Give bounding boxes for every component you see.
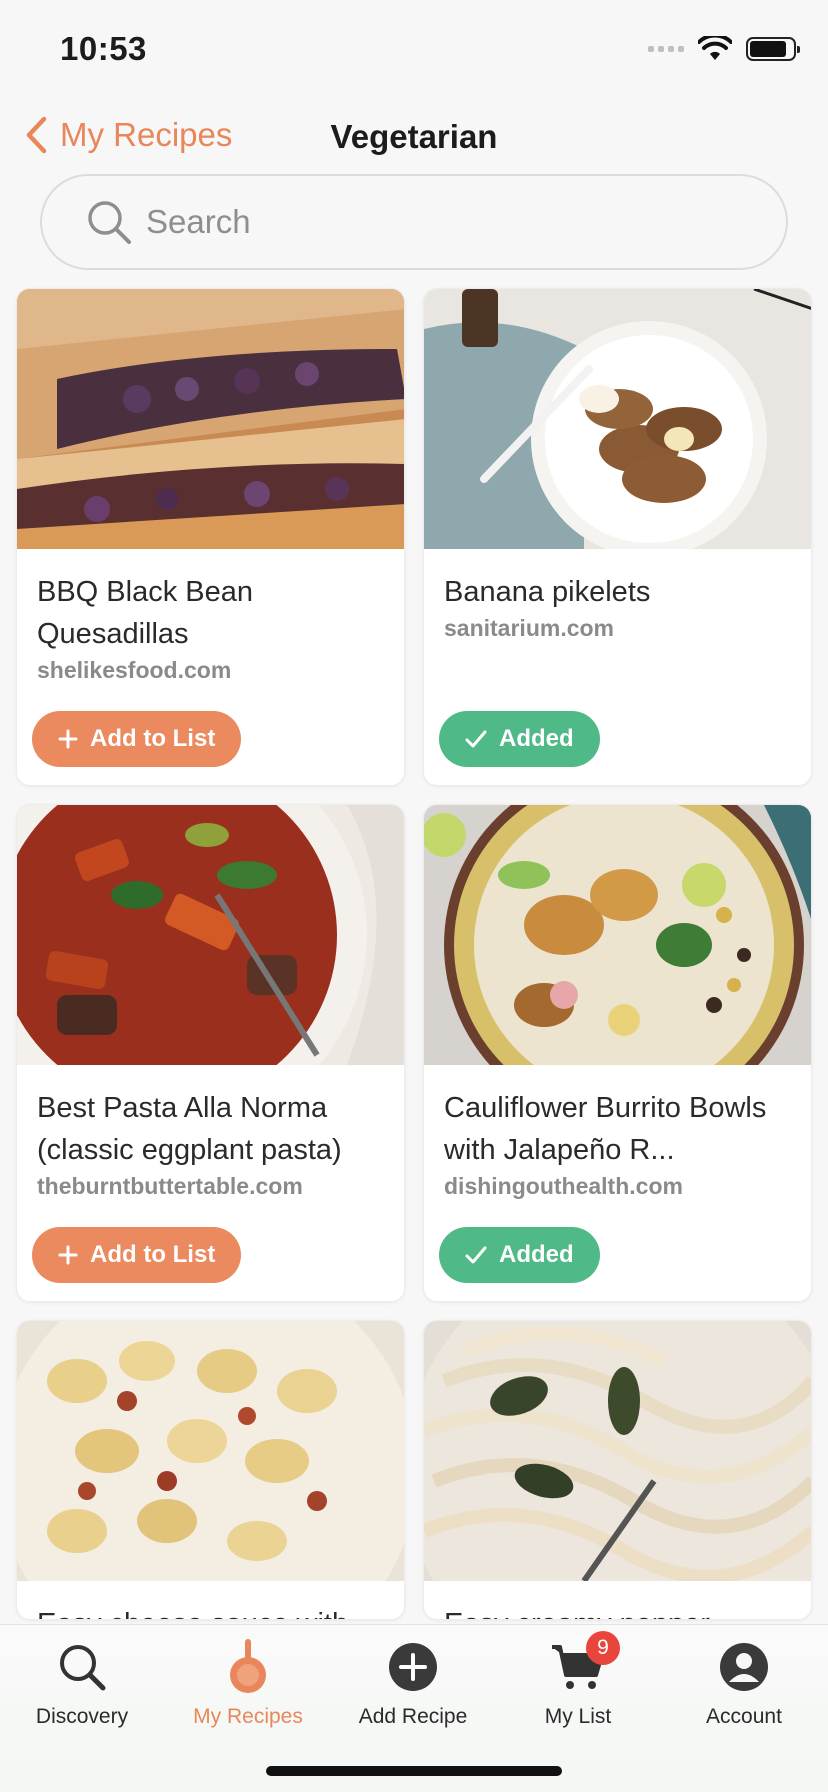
wifi-icon <box>698 36 732 60</box>
recipe-grid: BBQ Black Bean Quesadillas shelikesfood.… <box>16 288 812 1620</box>
add-to-list-button[interactable]: Add to List <box>32 1227 242 1283</box>
tab-discovery-label: Discovery <box>35 1705 129 1728</box>
tab-add-recipe[interactable]: Add Recipe <box>333 1637 493 1729</box>
recipe-image[interactable] <box>17 289 404 549</box>
recipe-card[interactable]: BBQ Black Bean Quesadillas shelikesfood.… <box>16 288 405 786</box>
search-icon <box>60 1645 106 1691</box>
checkmark-icon <box>465 1246 487 1264</box>
recipe-card[interactable]: Best Pasta Alla Norma (classic eggplant … <box>16 804 405 1302</box>
back-label: My Recipes <box>60 116 233 153</box>
recipe-card[interactable]: Easy cheese sauce with <box>16 1320 405 1620</box>
tab-add-recipe-label: Add Recipe <box>358 1705 468 1728</box>
add-to-list-button[interactable]: Add to List <box>32 711 242 767</box>
recipe-title: Cauliflower Burrito Bowls with Jalapeño … <box>444 1092 767 1166</box>
status-time: 10:53 <box>60 30 147 67</box>
ladle-icon <box>230 1639 266 1693</box>
chevron-left-icon <box>26 116 47 154</box>
recipe-image[interactable] <box>17 1321 404 1581</box>
recipe-source: dishingouthealth.com <box>444 1173 683 1199</box>
cellular-signal-icon <box>648 46 684 52</box>
recipe-card[interactable]: Easy creamy pepper <box>423 1320 812 1620</box>
tab-discovery[interactable]: Discovery <box>2 1637 162 1729</box>
tab-my-list[interactable]: 9 My List <box>498 1631 658 1729</box>
add-to-list-label: Add to List <box>90 1241 216 1268</box>
account-icon <box>720 1643 768 1691</box>
recipe-title: Banana pikelets <box>444 576 651 608</box>
recipe-source: sanitarium.com <box>444 615 614 641</box>
added-button[interactable]: Added <box>439 711 600 767</box>
plus-icon <box>58 1245 78 1265</box>
tab-account-label: Account <box>706 1705 782 1728</box>
battery-icon <box>746 37 800 61</box>
recipe-image[interactable] <box>424 1321 811 1581</box>
add-to-list-label: Add to List <box>90 725 216 752</box>
recipe-card[interactable]: Cauliflower Burrito Bowls with Jalapeño … <box>423 804 812 1302</box>
recipe-source: theburntbuttertable.com <box>37 1173 303 1199</box>
search-icon <box>88 201 131 244</box>
plus-icon <box>58 729 78 749</box>
recipe-title: BBQ Black Bean Quesadillas <box>37 576 253 650</box>
nav-header: Vegetarian My Recipes <box>0 110 828 172</box>
home-indicator <box>266 1766 562 1776</box>
tab-my-recipes-label: My Recipes <box>193 1705 303 1728</box>
status-bar: 10:53 <box>0 0 828 100</box>
tab-account[interactable]: Account <box>664 1637 824 1729</box>
plus-circle-icon <box>389 1643 437 1691</box>
search-input[interactable] <box>146 203 746 241</box>
back-button[interactable]: My Recipes <box>24 116 232 154</box>
status-icons <box>648 36 800 62</box>
recipe-title: Easy cheese sauce with <box>37 1603 384 1619</box>
recipe-card[interactable]: Banana pikelets sanitarium.com Added <box>423 288 812 786</box>
tab-my-recipes[interactable]: My Recipes <box>168 1637 328 1729</box>
checkmark-icon <box>465 730 487 748</box>
cart-badge: 9 <box>586 1631 620 1665</box>
recipe-title: Best Pasta Alla Norma (classic eggplant … <box>37 1092 342 1166</box>
recipe-title: Easy creamy pepper <box>444 1603 791 1619</box>
recipe-image[interactable] <box>424 289 811 549</box>
added-button[interactable]: Added <box>439 1227 600 1283</box>
recipe-source: shelikesfood.com <box>37 657 232 683</box>
recipe-image[interactable] <box>17 805 404 1065</box>
tab-my-list-label: My List <box>544 1705 612 1728</box>
recipe-image[interactable] <box>424 805 811 1065</box>
added-label: Added <box>499 725 574 752</box>
added-label: Added <box>499 1241 574 1268</box>
search-bar[interactable] <box>40 174 788 270</box>
